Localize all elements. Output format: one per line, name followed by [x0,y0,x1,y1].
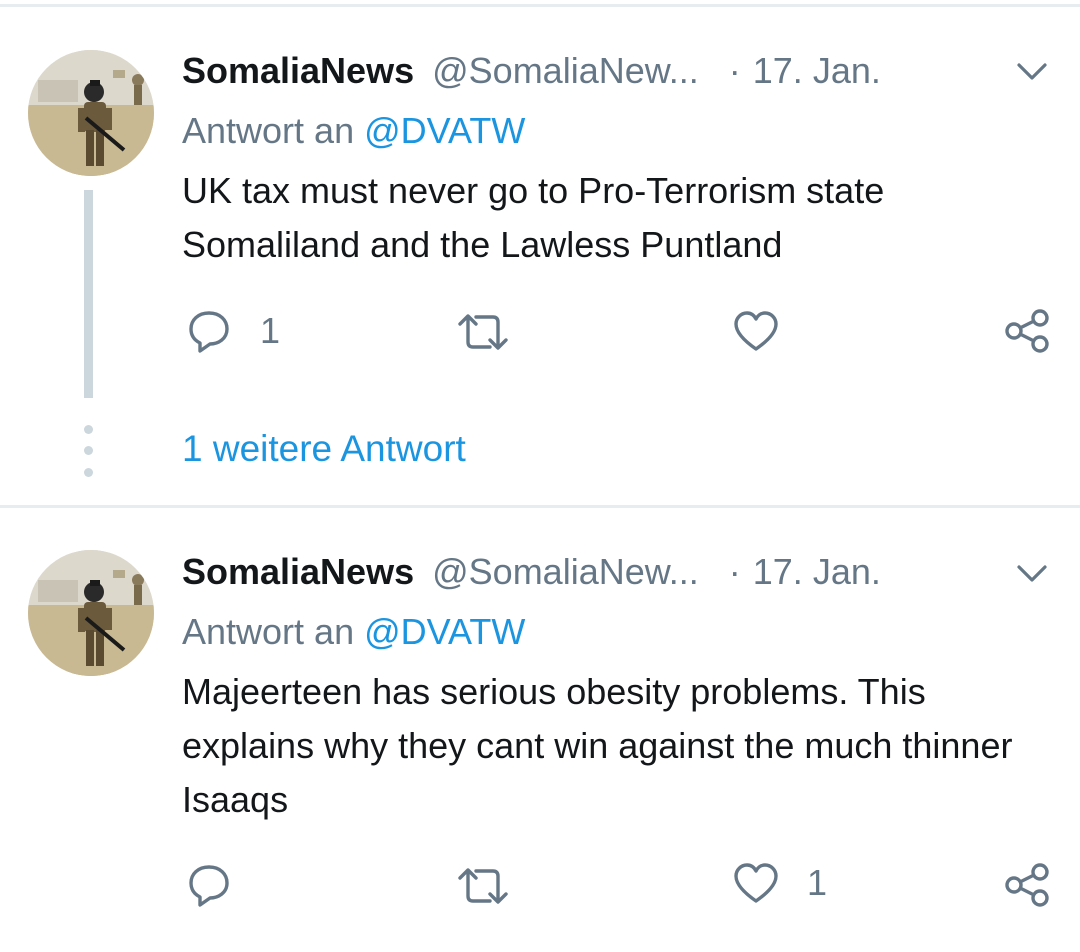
share-button[interactable] [1004,308,1050,354]
avatar-image [28,550,154,676]
like-icon [733,310,779,352]
avatar-image [28,50,154,176]
header-separator: · [728,551,741,592]
tweet-header: SomaliaNews @SomaliaNew... · 17. Jan. [182,549,881,595]
thread-dot [84,425,93,434]
thread-line [84,190,93,398]
reply-mention[interactable]: @DVATW [364,611,525,652]
like-icon [733,862,779,904]
reply-icon [186,308,232,354]
user-handle[interactable]: @SomaliaNew... [432,50,699,92]
reply-button[interactable]: 1 [186,308,280,354]
thread-dot [84,446,93,455]
avatar[interactable] [28,50,154,176]
more-replies-link[interactable]: 1 weitere Antwort [182,428,466,470]
share-button[interactable] [1004,862,1050,908]
like-button[interactable]: 1 [733,862,827,904]
tweet-date[interactable]: 17. Jan. [753,50,881,92]
chevron-down-icon[interactable] [1016,564,1048,584]
chevron-down-icon[interactable] [1016,62,1048,82]
tweet-text: Majeerteen has serious obesity problems.… [182,671,1013,820]
header-separator: · [728,50,741,91]
top-divider [0,4,1080,7]
reply-prefix: Antwort an [182,611,355,652]
display-name[interactable]: SomaliaNews [182,551,414,593]
retweet-button[interactable] [456,866,538,906]
like-button[interactable] [733,310,807,352]
tweet-date[interactable]: 17. Jan. [753,551,881,593]
reply-prefix: Antwort an [182,110,355,151]
tweet-header: SomaliaNews @SomaliaNew... · 17. Jan. [182,48,881,94]
reply-count: 1 [260,310,281,351]
reply-icon [186,862,232,908]
avatar[interactable] [28,550,154,676]
user-handle[interactable]: @SomaliaNew... [432,551,699,593]
display-name[interactable]: SomaliaNews [182,50,414,92]
tweet-divider [0,505,1080,508]
retweet-icon [456,312,510,352]
reply-context: Antwort an @DVATW [182,110,525,152]
like-count: 1 [807,862,828,903]
reply-context: Antwort an @DVATW [182,611,525,653]
thread-dot [84,468,93,477]
share-icon [1004,862,1050,908]
share-icon [1004,308,1050,354]
retweet-icon [456,866,510,906]
reply-mention[interactable]: @DVATW [364,110,525,151]
retweet-button[interactable] [456,312,538,352]
reply-button[interactable] [186,862,260,908]
tweet-text: UK tax must never go to Pro-Terrorism st… [182,170,885,265]
